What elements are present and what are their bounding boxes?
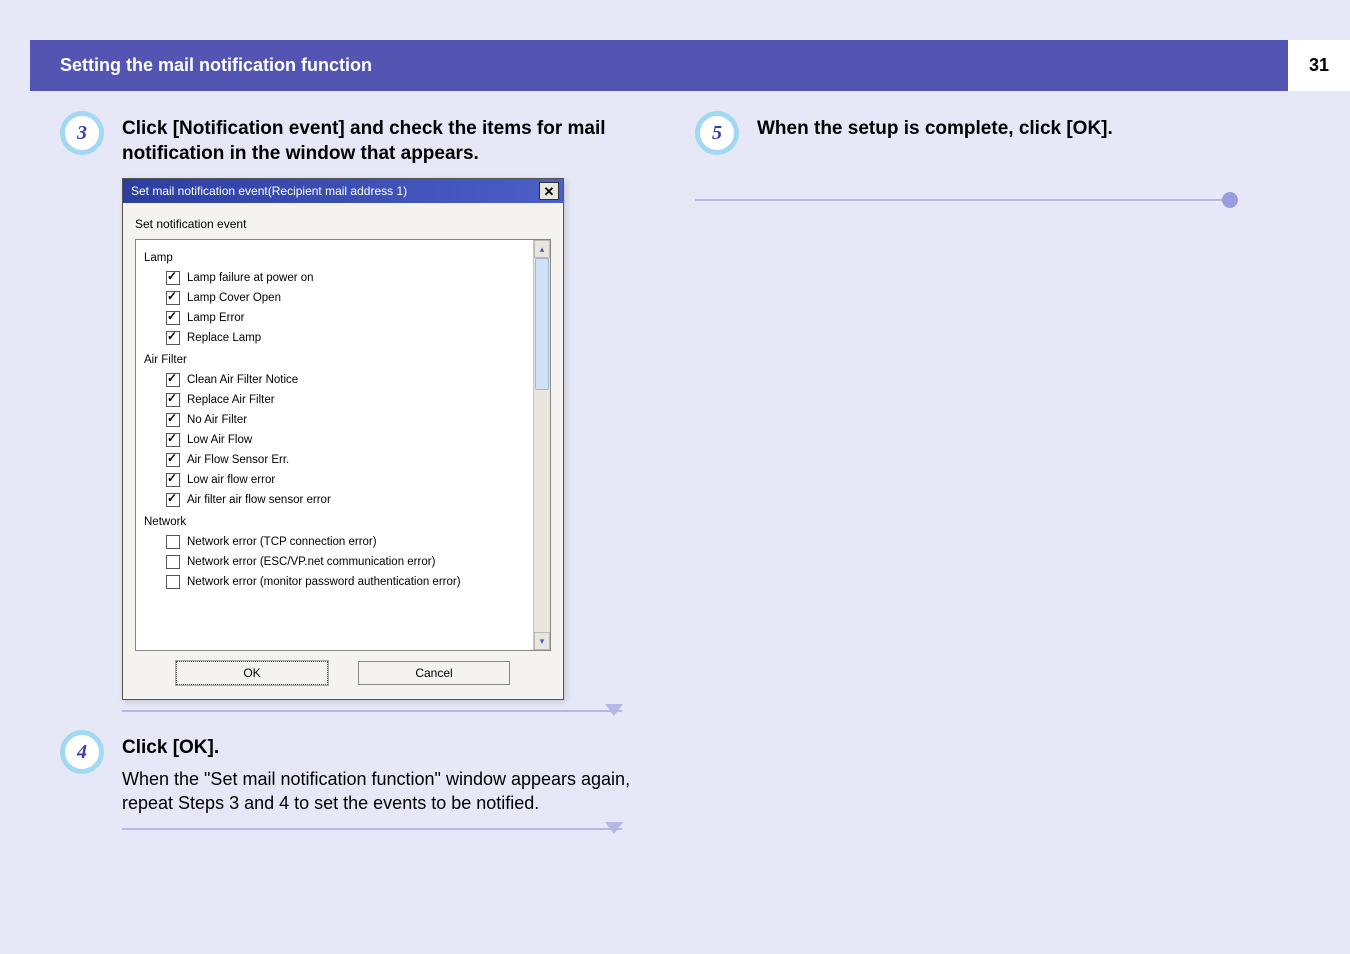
page-title: Setting the mail notification function: [60, 55, 372, 75]
checkbox-row[interactable]: Lamp Error: [142, 308, 527, 328]
checkbox[interactable]: [166, 453, 180, 467]
checkbox-label: Air Flow Sensor Err.: [187, 454, 289, 466]
checkbox-row[interactable]: Low air flow error: [142, 470, 527, 490]
step-3-text: Click [Notification event] and check the…: [122, 111, 655, 166]
step-5-text: When the setup is complete, click [OK].: [757, 111, 1113, 142]
checkbox-row[interactable]: Air filter air flow sensor error: [142, 490, 527, 510]
checkbox[interactable]: [166, 393, 180, 407]
group-label: Air Filter: [142, 348, 527, 370]
dialog-subtitle: Set notification event: [135, 217, 551, 239]
cancel-button[interactable]: Cancel: [358, 661, 510, 685]
checkbox[interactable]: [166, 575, 180, 589]
end-separator: [695, 199, 1230, 201]
checkbox[interactable]: [166, 311, 180, 325]
checkbox-label: Lamp Cover Open: [187, 292, 281, 304]
checkbox-label: Lamp Error: [187, 312, 245, 324]
scroll-thumb[interactable]: [535, 258, 549, 390]
checkbox-row[interactable]: Clean Air Filter Notice: [142, 370, 527, 390]
step-badge-4: 4: [60, 730, 104, 774]
checkbox[interactable]: [166, 473, 180, 487]
checkbox-row[interactable]: Network error (TCP connection error): [142, 532, 527, 552]
checkbox-label: Low Air Flow: [187, 434, 252, 446]
checkbox[interactable]: [166, 373, 180, 387]
scroll-up-icon[interactable]: ▴: [534, 240, 550, 258]
checkbox-row[interactable]: Replace Air Filter: [142, 390, 527, 410]
checkbox[interactable]: [166, 291, 180, 305]
step-badge-3: 3: [60, 111, 104, 155]
group-label: Network: [142, 510, 527, 532]
checkbox-label: Air filter air flow sensor error: [187, 494, 331, 506]
checkbox[interactable]: [166, 413, 180, 427]
step-4-body: When the "Set mail notification function…: [122, 767, 655, 816]
checkbox-label: Network error (monitor password authenti…: [187, 576, 461, 588]
checkbox-label: Clean Air Filter Notice: [187, 374, 298, 386]
checkbox[interactable]: [166, 555, 180, 569]
step-4: 4 Click [OK]. When the "Set mail notific…: [60, 730, 655, 815]
checkbox-label: Network error (TCP connection error): [187, 536, 377, 548]
page-number: 31: [1288, 40, 1350, 91]
checkbox[interactable]: [166, 271, 180, 285]
scrollbar[interactable]: ▴ ▾: [533, 240, 550, 650]
checkbox-row[interactable]: Lamp failure at power on: [142, 268, 527, 288]
checkbox-row[interactable]: Replace Lamp: [142, 328, 527, 348]
dialog-title: Set mail notification event(Recipient ma…: [131, 184, 407, 198]
step-badge-5: 5: [695, 111, 739, 155]
separator-arrow: [122, 828, 622, 830]
notification-dialog: Set mail notification event(Recipient ma…: [122, 178, 564, 700]
ok-button[interactable]: OK: [176, 661, 328, 685]
checkbox-row[interactable]: Air Flow Sensor Err.: [142, 450, 527, 470]
scroll-down-icon[interactable]: ▾: [534, 632, 550, 650]
right-column: 5 When the setup is complete, click [OK]…: [695, 111, 1290, 848]
checkbox-row[interactable]: Lamp Cover Open: [142, 288, 527, 308]
checkbox-label: Replace Lamp: [187, 332, 261, 344]
left-column: 3 Click [Notification event] and check t…: [60, 111, 655, 848]
checkbox[interactable]: [166, 433, 180, 447]
separator-arrow: [122, 710, 622, 712]
step-3: 3 Click [Notification event] and check t…: [60, 111, 655, 166]
close-icon[interactable]: ✕: [539, 182, 559, 200]
step-5: 5 When the setup is complete, click [OK]…: [695, 111, 1290, 155]
checkbox-row[interactable]: Low Air Flow: [142, 430, 527, 450]
checkbox[interactable]: [166, 535, 180, 549]
checkbox[interactable]: [166, 493, 180, 507]
step-4-heading: Click [OK].: [122, 730, 655, 761]
group-label: Lamp: [142, 246, 527, 268]
page-header: Setting the mail notification function 3…: [30, 40, 1320, 91]
checkbox-row[interactable]: No Air Filter: [142, 410, 527, 430]
dialog-titlebar: Set mail notification event(Recipient ma…: [123, 179, 563, 203]
checkbox-label: Replace Air Filter: [187, 394, 275, 406]
notification-list: Lamp Lamp failure at power on Lamp Cover O…: [135, 239, 551, 651]
checkbox-label: Low air flow error: [187, 474, 275, 486]
checkbox-row[interactable]: Network error (ESC/VP.net communication …: [142, 552, 527, 572]
checkbox-label: Network error (ESC/VP.net communication …: [187, 556, 435, 568]
checkbox[interactable]: [166, 331, 180, 345]
checkbox-row[interactable]: Network error (monitor password authenti…: [142, 572, 527, 592]
checkbox-label: No Air Filter: [187, 414, 247, 426]
checkbox-label: Lamp failure at power on: [187, 272, 314, 284]
